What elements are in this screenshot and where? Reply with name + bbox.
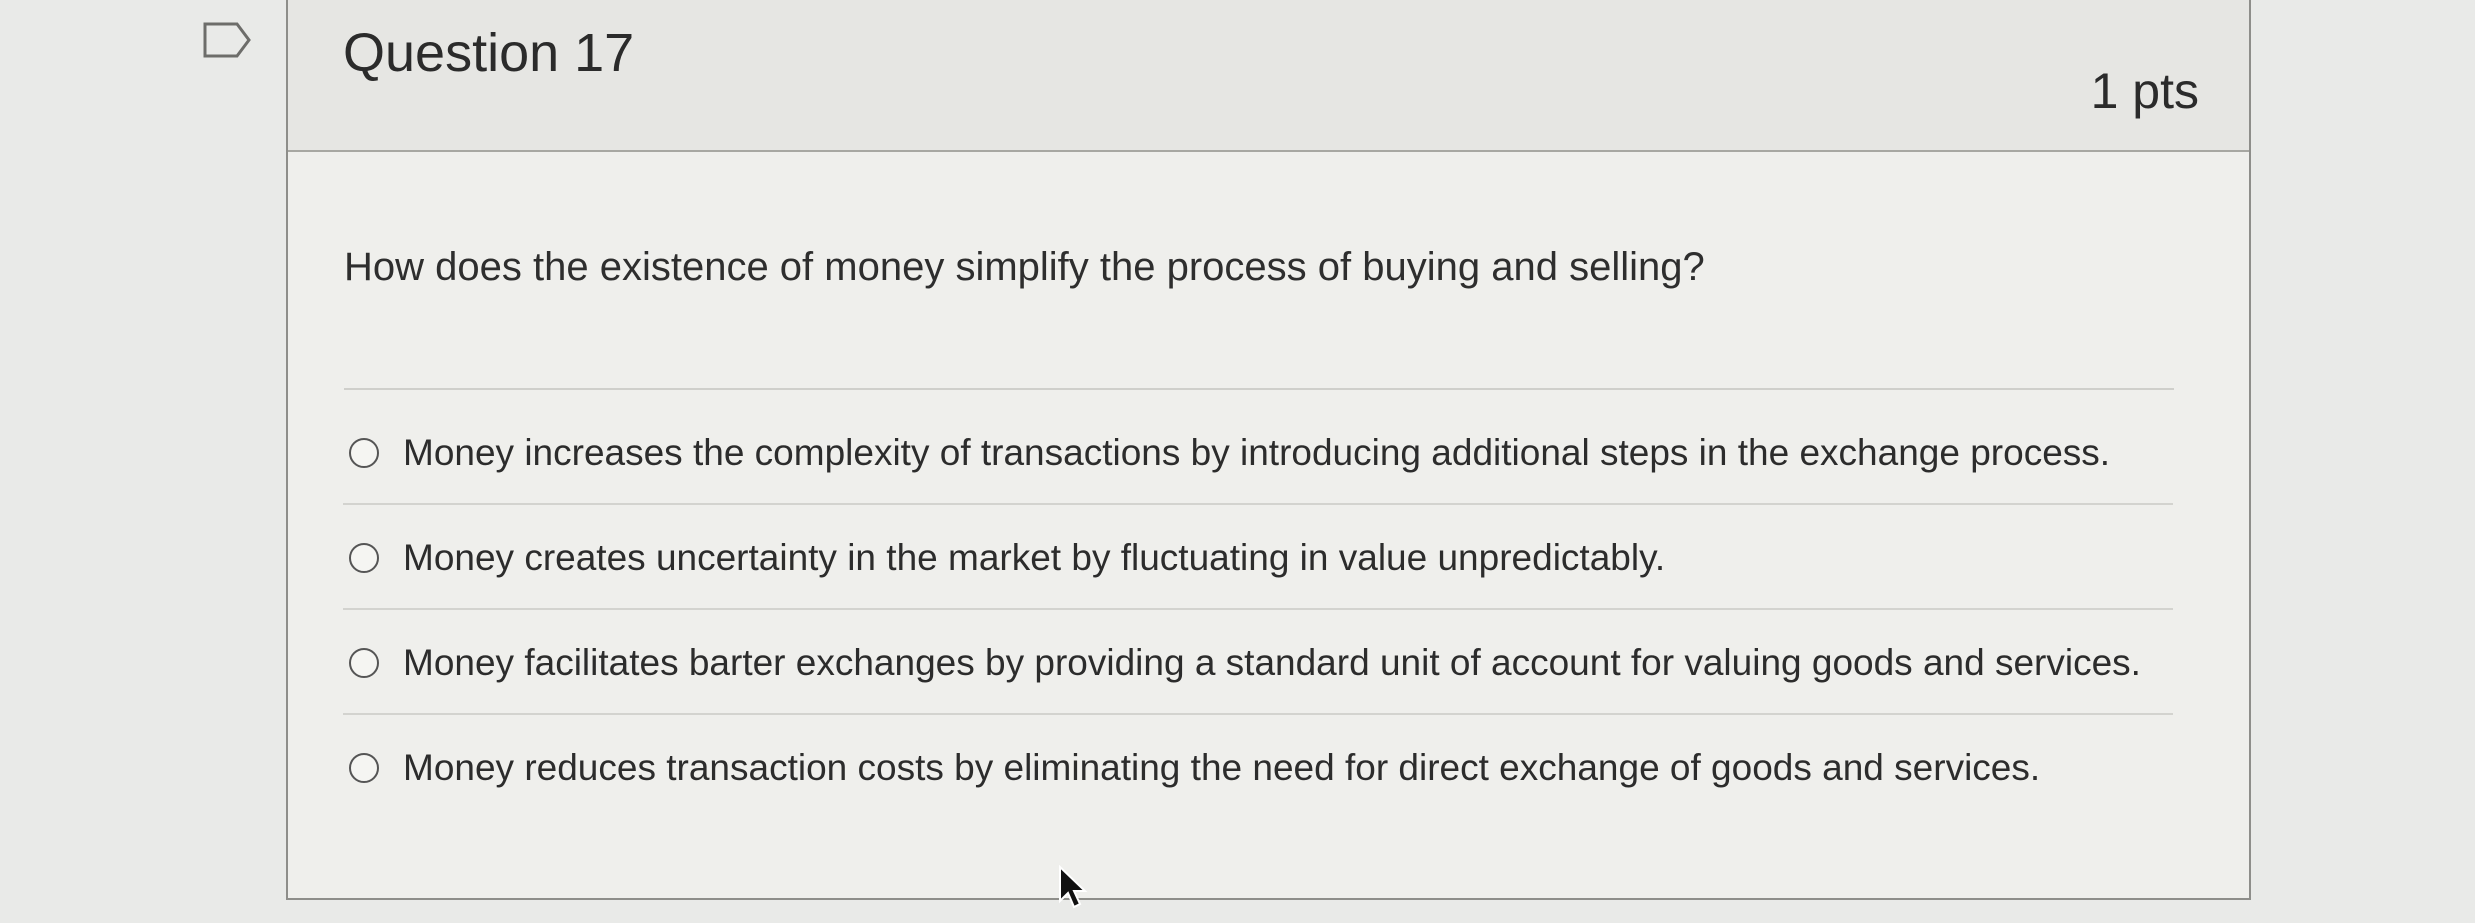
question-header: Question 17 1 pts (288, 0, 2249, 152)
answer-label[interactable]: Money increases the complexity of transa… (403, 432, 2110, 474)
answer-list: Money increases the complexity of transa… (343, 400, 2173, 820)
answer-option-3[interactable]: Money facilitates barter exchanges by pr… (343, 610, 2173, 715)
prompt-divider (344, 388, 2174, 390)
question-points: 1 pts (2090, 63, 2199, 119)
question-title: Question 17 (343, 23, 635, 83)
question-prompt: How does the existence of money simplify… (344, 245, 1705, 289)
answer-label[interactable]: Money creates uncertainty in the market … (403, 537, 1665, 579)
question-card: Question 17 1 pts How does the existence… (286, 0, 2251, 900)
answer-label[interactable]: Money facilitates barter exchanges by pr… (403, 642, 2141, 684)
flag-question-icon[interactable] (203, 22, 251, 58)
radio-button[interactable] (349, 752, 379, 783)
mouse-pointer-icon (1058, 865, 1088, 911)
radio-button[interactable] (349, 437, 379, 468)
answer-option-2[interactable]: Money creates uncertainty in the market … (343, 505, 2173, 610)
answer-option-1[interactable]: Money increases the complexity of transa… (343, 400, 2173, 505)
radio-button[interactable] (349, 647, 379, 678)
answer-label[interactable]: Money reduces transaction costs by elimi… (403, 747, 2040, 789)
answer-option-4[interactable]: Money reduces transaction costs by elimi… (343, 715, 2173, 820)
radio-button[interactable] (349, 542, 379, 573)
